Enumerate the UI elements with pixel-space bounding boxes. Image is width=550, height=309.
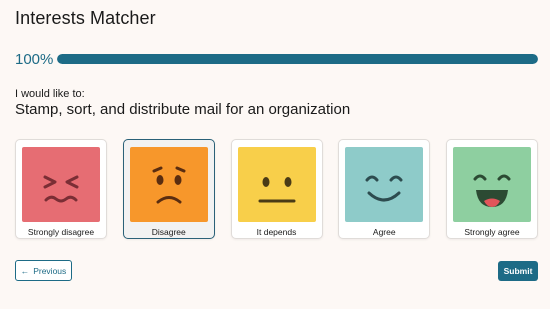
- choice-agree[interactable]: Agree: [338, 139, 431, 239]
- unhappy-face-icon: [129, 147, 208, 222]
- previous-button[interactable]: ← Previous: [15, 260, 72, 281]
- progress-bar-fill: [57, 54, 538, 64]
- choice-disagree[interactable]: Disagree: [122, 139, 215, 239]
- choice-strongly-disagree[interactable]: Strongly disagree: [15, 139, 107, 239]
- submit-button[interactable]: Submit: [498, 261, 538, 281]
- choice-label: Strongly agree: [464, 227, 520, 237]
- choice-label: Agree: [372, 227, 396, 237]
- progress-percent: 100%: [15, 50, 54, 68]
- happy-face-icon: [345, 147, 424, 222]
- very-unhappy-face-icon: [22, 147, 100, 222]
- choice-label: Strongly disagree: [27, 227, 95, 237]
- progress-bar: [57, 54, 538, 64]
- choice-it-depends[interactable]: It depends: [230, 139, 323, 239]
- arrow-left-icon: ←: [20, 265, 30, 276]
- neutral-face-icon: [237, 147, 316, 222]
- choice-label: It depends: [256, 227, 297, 237]
- question-prompt: I would like to:: [15, 88, 85, 100]
- choice-label: Disagree: [151, 227, 186, 237]
- submit-button-label: Submit: [503, 266, 533, 276]
- previous-button-label: Previous: [33, 265, 67, 276]
- page-title: Interests Matcher: [15, 8, 156, 28]
- progress-section: 100%: [15, 50, 538, 68]
- answer-choices: Strongly disagree Disagree It depends Ag…: [15, 139, 538, 241]
- question-text: Stamp, sort, and distribute mail for an …: [15, 101, 351, 118]
- very-happy-face-icon: [453, 147, 531, 222]
- choice-strongly-agree[interactable]: Strongly agree: [446, 139, 538, 239]
